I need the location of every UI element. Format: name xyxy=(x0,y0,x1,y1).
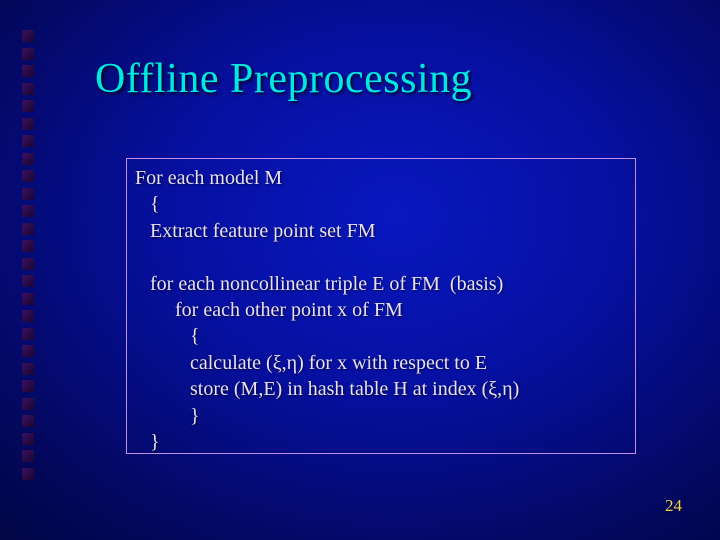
bullet-square xyxy=(22,293,34,305)
bullet-square xyxy=(22,275,34,287)
page-number: 24 xyxy=(665,496,682,516)
bullet-square xyxy=(22,258,34,270)
bullet-square xyxy=(22,100,34,112)
bullet-square xyxy=(22,328,34,340)
code-line: } xyxy=(135,429,627,455)
bullet-square xyxy=(22,223,34,235)
bullet-square xyxy=(22,65,34,77)
bullet-square xyxy=(22,240,34,252)
bullet-square xyxy=(22,398,34,410)
bullet-square xyxy=(22,468,34,480)
bullet-square xyxy=(22,118,34,130)
bullet-square xyxy=(22,380,34,392)
code-line xyxy=(135,244,627,270)
code-line: { xyxy=(135,191,627,217)
code-line: for each noncollinear triple E of FM (ba… xyxy=(135,271,627,297)
bullet-square xyxy=(22,415,34,427)
bullet-square xyxy=(22,170,34,182)
bullet-square xyxy=(22,188,34,200)
bullet-square xyxy=(22,345,34,357)
bullet-square xyxy=(22,450,34,462)
code-line: Extract feature point set FM xyxy=(135,218,627,244)
bullet-square xyxy=(22,83,34,95)
slide-title: Offline Preprocessing xyxy=(95,55,472,103)
code-line: for each other point x of FM xyxy=(135,297,627,323)
algorithm-box: For each model M { Extract feature point… xyxy=(126,158,636,454)
decorative-bullet-strip xyxy=(22,30,36,480)
bullet-square xyxy=(22,205,34,217)
code-line: } xyxy=(135,403,627,429)
code-line: { xyxy=(135,323,627,349)
code-line: calculate (ξ,η) for x with respect to E xyxy=(135,350,627,376)
bullet-square xyxy=(22,363,34,375)
bullet-square xyxy=(22,30,34,42)
bullet-square xyxy=(22,48,34,60)
bullet-square xyxy=(22,310,34,322)
bullet-square xyxy=(22,433,34,445)
bullet-square xyxy=(22,135,34,147)
bullet-square xyxy=(22,153,34,165)
code-line: store (M,E) in hash table H at index (ξ,… xyxy=(135,376,627,402)
code-line: For each model M xyxy=(135,165,627,191)
